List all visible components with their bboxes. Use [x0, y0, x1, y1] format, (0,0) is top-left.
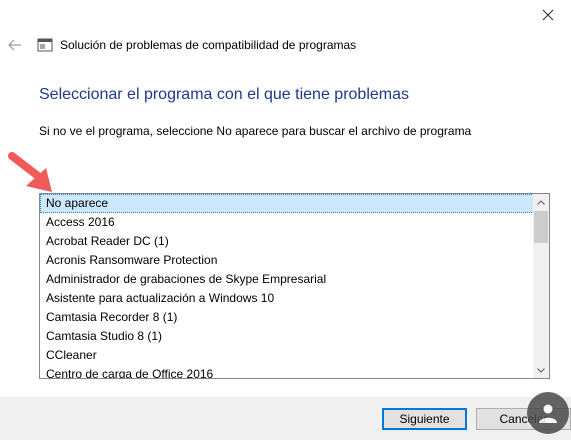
list-scrollbar[interactable]	[533, 194, 549, 378]
button-bar: Siguiente Cancelar	[0, 397, 571, 440]
close-button[interactable]	[525, 0, 571, 30]
scroll-thumb[interactable]	[534, 211, 548, 243]
back-arrow-icon	[8, 39, 21, 51]
list-item[interactable]: Access 2016	[40, 213, 534, 232]
window-title: Solución de problemas de compatibilidad …	[60, 38, 357, 52]
list-item[interactable]: Acrobat Reader DC (1)	[40, 232, 534, 251]
list-item[interactable]: Camtasia Studio 8 (1)	[40, 327, 534, 346]
watermark-logo	[527, 392, 569, 434]
list-item[interactable]: Acronis Ransomware Protection	[40, 251, 534, 270]
page-heading: Seleccionar el programa con el que tiene…	[39, 86, 409, 103]
wizard-header: Solución de problemas de compatibilidad …	[0, 30, 571, 62]
close-icon	[542, 9, 554, 21]
list-item[interactable]: Camtasia Recorder 8 (1)	[40, 308, 534, 327]
chevron-up-icon	[537, 199, 545, 205]
person-icon	[539, 404, 557, 423]
list-item[interactable]: CCleaner	[40, 346, 534, 365]
list-item[interactable]: Asistente para actualización a Windows 1…	[40, 289, 534, 308]
app-window-icon	[37, 38, 53, 52]
title-bar	[0, 0, 571, 30]
chevron-down-icon	[537, 367, 545, 373]
instruction-text: Si no ve el programa, seleccione No apar…	[39, 124, 472, 138]
pointer-arrow-icon	[8, 152, 52, 192]
list-item[interactable]: No aparece	[40, 194, 534, 213]
scroll-down-button[interactable]	[533, 362, 549, 378]
program-list[interactable]: No aparece Access 2016 Acrobat Reader DC…	[39, 193, 550, 379]
list-item[interactable]: Centro de carga de Office 2016	[40, 365, 534, 378]
program-list-items: No aparece Access 2016 Acrobat Reader DC…	[40, 194, 534, 378]
list-item[interactable]: Administrador de grabaciones de Skype Em…	[40, 270, 534, 289]
scroll-up-button[interactable]	[533, 194, 549, 210]
next-button[interactable]: Siguiente	[382, 408, 467, 430]
back-button[interactable]	[4, 34, 26, 56]
